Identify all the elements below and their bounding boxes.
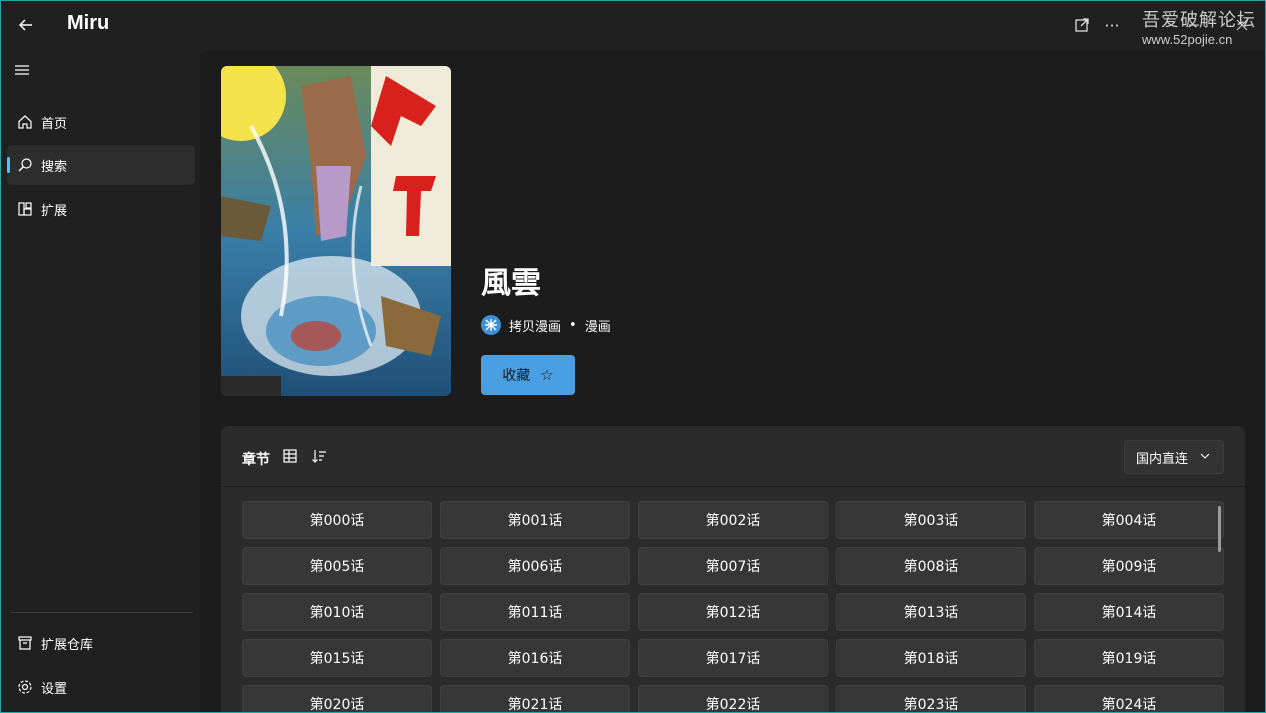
chapter-button[interactable]: 第022话 — [638, 685, 828, 713]
chapter-button[interactable]: 第005话 — [242, 547, 432, 585]
sidebar-item-label: 扩展 — [41, 203, 68, 219]
chapter-button[interactable]: 第024话 — [1034, 685, 1224, 713]
chevron-down-icon — [1199, 450, 1211, 466]
sidebar-item-extensions[interactable]: 扩展 — [7, 189, 195, 229]
watermark: 吾爱破解论坛 www.52pojie.cn — [1142, 6, 1256, 47]
back-button[interactable] — [10, 10, 42, 40]
more-icon: ··· — [1104, 15, 1120, 35]
chapter-button[interactable]: 第021话 — [440, 685, 630, 713]
chapter-button[interactable]: 第008话 — [836, 547, 1026, 585]
sidebar-item-label: 首页 — [41, 116, 68, 132]
chapter-button[interactable]: 第019话 — [1034, 639, 1224, 677]
cover-image — [221, 66, 451, 396]
sort-icon — [312, 450, 326, 463]
menu-toggle-button[interactable] — [14, 62, 34, 82]
title-bar: Miru ··· 吾爱破解论坛 www.52pojie.cn — [0, 0, 1266, 50]
home-icon — [15, 112, 35, 132]
favorite-label: 收藏 — [502, 368, 531, 384]
sidebar-item-home[interactable]: 首页 — [7, 102, 195, 142]
manga-title: 風雲 — [481, 266, 541, 301]
sidebar-divider — [10, 612, 193, 613]
sidebar-item-label: 扩展仓库 — [41, 637, 94, 653]
watermark-title: 吾爱破解论坛 — [1142, 10, 1256, 31]
chapter-panel-header: 章节 国内直连 — [221, 426, 1245, 487]
active-indicator — [7, 157, 10, 173]
open-external-icon — [1075, 18, 1089, 32]
hamburger-icon — [15, 65, 29, 75]
chapter-button[interactable]: 第004话 — [1034, 501, 1224, 539]
star-icon: ☆ — [540, 366, 554, 384]
line-select-dropdown[interactable]: 国内直连 — [1124, 440, 1224, 474]
chapter-button[interactable]: 第012话 — [638, 593, 828, 631]
chapter-button[interactable]: 第001话 — [440, 501, 630, 539]
sidebar: 首页 搜索 扩展 扩展仓库 设置 — [0, 50, 200, 713]
sidebar-item-label: 设置 — [41, 681, 68, 697]
open-external-button[interactable] — [1069, 12, 1095, 38]
sidebar-item-settings[interactable]: 设置 — [7, 667, 195, 707]
source-info: 拷贝漫画 • 漫画 — [481, 315, 611, 335]
chapter-button[interactable]: 第015话 — [242, 639, 432, 677]
grid-view-button[interactable] — [280, 446, 300, 466]
media-type: 漫画 — [584, 319, 611, 335]
source-logo-icon — [481, 315, 501, 335]
chapter-button[interactable]: 第010话 — [242, 593, 432, 631]
back-arrow-icon — [18, 19, 32, 31]
chapter-button[interactable]: 第002话 — [638, 501, 828, 539]
app-title: Miru — [67, 12, 110, 34]
chapter-button[interactable]: 第016话 — [440, 639, 630, 677]
chapter-grid: 第000话 第001话 第002话 第003话 第004话第005话 第006话 第007话… — [242, 501, 1224, 713]
sidebar-item-extension-store[interactable]: 扩展仓库 — [7, 623, 195, 663]
chapter-button[interactable]: 第018话 — [836, 639, 1026, 677]
chapter-button[interactable]: 第023话 — [836, 685, 1026, 713]
grid-view-icon — [283, 449, 297, 463]
chapter-button[interactable]: 第013话 — [836, 593, 1026, 631]
sort-button[interactable] — [309, 446, 329, 466]
chapter-button[interactable]: 第020话 — [242, 685, 432, 713]
chapter-button[interactable]: 第009话 — [1034, 547, 1224, 585]
search-icon — [15, 155, 35, 175]
source-name: 拷贝漫画 — [509, 319, 562, 335]
gear-icon — [15, 677, 35, 697]
sidebar-item-label: 搜索 — [41, 159, 68, 175]
sidebar-item-search[interactable]: 搜索 — [7, 145, 195, 185]
chapter-button[interactable]: 第011话 — [440, 593, 630, 631]
favorite-button[interactable]: 收藏 ☆ — [481, 355, 575, 395]
chapter-scrollbar[interactable] — [1218, 506, 1221, 552]
line-select-value: 国内直连 — [1136, 451, 1189, 467]
watermark-url: www.52pojie.cn — [1142, 32, 1233, 47]
chapter-button[interactable]: 第017话 — [638, 639, 828, 677]
more-button[interactable]: ··· — [1099, 12, 1125, 38]
chapter-panel: 章节 国内直连 第000话 第001话 第002话 第003话 第004话 第0… — [221, 426, 1245, 713]
chapter-header: 章节 — [242, 452, 270, 468]
chapter-button[interactable]: 第003话 — [836, 501, 1026, 539]
chapter-button[interactable]: 第014话 — [1034, 593, 1224, 631]
extensions-icon — [15, 199, 35, 219]
main-content: 風雲 拷贝漫画 • 漫画 收藏 ☆ 章节 国内直连 第000话 第001话 第0… — [200, 50, 1266, 713]
chapter-button[interactable]: 第000话 — [242, 501, 432, 539]
chapter-button[interactable]: 第007话 — [638, 547, 828, 585]
chapter-button[interactable]: 第006话 — [440, 547, 630, 585]
separator-dot: • — [569, 317, 577, 333]
store-icon — [15, 633, 35, 653]
